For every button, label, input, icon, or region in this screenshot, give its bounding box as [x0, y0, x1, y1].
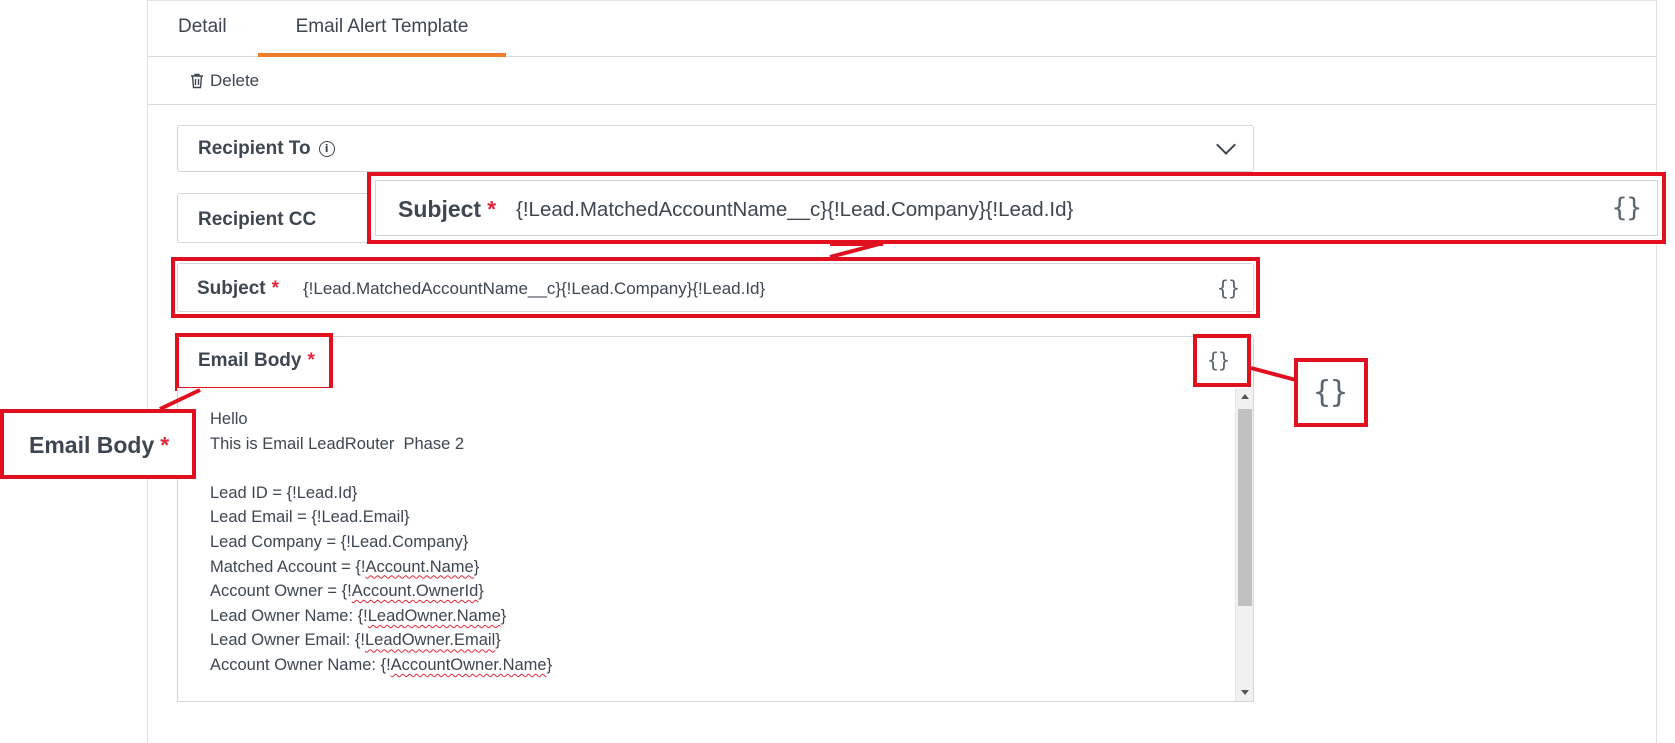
chevron-down-icon[interactable]: [1216, 135, 1236, 155]
email-body-zoom-label-wrap: Email Body *: [29, 432, 169, 459]
tab-bar: Detail Email Alert Template: [148, 1, 1656, 57]
scrollbar[interactable]: [1235, 388, 1253, 701]
subject-label-wrap: Subject *: [197, 278, 279, 300]
required-mark: *: [271, 278, 280, 299]
required-mark: *: [160, 432, 170, 458]
email-body-zoom-callout: Email Body *: [0, 409, 196, 479]
subject-field[interactable]: Subject * {!Lead.MatchedAccountName__c}{!…: [177, 263, 1254, 312]
tab-detail[interactable]: Detail: [178, 1, 227, 57]
merge-icon-zoom-callout: {}: [1294, 358, 1368, 427]
merge-field-icon[interactable]: {}: [1217, 276, 1240, 300]
scroll-thumb[interactable]: [1238, 409, 1252, 606]
email-body-line: Matched Account = {!Account.Name}: [210, 557, 480, 576]
email-body-editor[interactable]: Hello This is Email LeadRouter Phase 2 Le…: [177, 388, 1254, 702]
merge-field-icon[interactable]: {}: [1207, 348, 1230, 372]
recipient-to-label-wrap: Recipient To i: [198, 138, 335, 160]
email-body-header: [177, 336, 1254, 389]
email-body-line: Lead ID = {!Lead.Id}: [210, 483, 358, 502]
scroll-down-icon[interactable]: [1241, 690, 1249, 695]
toolbar: Delete: [148, 57, 1656, 105]
subject-zoom-label: Subject: [398, 196, 482, 222]
email-body-label-wrap: Email Body *: [198, 350, 315, 372]
email-body-text[interactable]: Hello This is Email LeadRouter Phase 2 Le…: [210, 406, 552, 677]
email-body-label: Email Body: [198, 350, 302, 371]
required-mark: *: [487, 196, 497, 222]
email-body-line: Lead Owner Name: {!LeadOwner.Name}: [210, 606, 507, 625]
email-body-zoom-label: Email Body: [29, 432, 155, 458]
required-mark: *: [307, 350, 315, 371]
subject-label: Subject: [197, 278, 266, 299]
delete-button[interactable]: Delete: [190, 67, 259, 95]
recipient-cc-label: Recipient CC: [198, 209, 317, 230]
subject-zoom-inner: Subject * {!Lead.MatchedAccountName__c}{!…: [375, 180, 1658, 236]
scroll-up-icon[interactable]: [1241, 394, 1249, 399]
email-body-line: Lead Email = {!Lead.Email}: [210, 508, 410, 527]
subject-zoom-label-wrap: Subject *: [398, 196, 496, 223]
merge-field-icon: {}: [1313, 375, 1348, 410]
merge-field-icon: {}: [1611, 193, 1642, 223]
email-body-line: [210, 455, 552, 480]
email-body-line: Lead Company = {!Lead.Company}: [210, 532, 469, 551]
subject-zoom-value: {!Lead.MatchedAccountName__c}{!Lead.Comp…: [516, 198, 1074, 221]
email-body-line: Account Owner = {!Account.OwnerId}: [210, 582, 484, 601]
email-body-line: Hello: [210, 410, 248, 428]
subject-value[interactable]: {!Lead.MatchedAccountName__c}{!Lead.Comp…: [303, 279, 765, 299]
email-body-line: Account Owner Name: {!AccountOwner.Name}: [210, 655, 553, 674]
email-body-line: Lead Owner Email: {!LeadOwner.Email}: [210, 631, 501, 650]
email-body-line: This is Email LeadRouter Phase 2: [210, 434, 465, 453]
recipient-to-select[interactable]: Recipient To i: [177, 125, 1254, 172]
delete-label: Delete: [210, 71, 260, 90]
trash-icon: [191, 73, 203, 89]
subject-zoom-callout: Subject * {!Lead.MatchedAccountName__c}{!…: [367, 172, 1666, 244]
tab-email-alert-template[interactable]: Email Alert Template: [258, 1, 506, 57]
info-icon[interactable]: i: [318, 140, 335, 157]
recipient-to-label: Recipient To: [198, 138, 311, 159]
